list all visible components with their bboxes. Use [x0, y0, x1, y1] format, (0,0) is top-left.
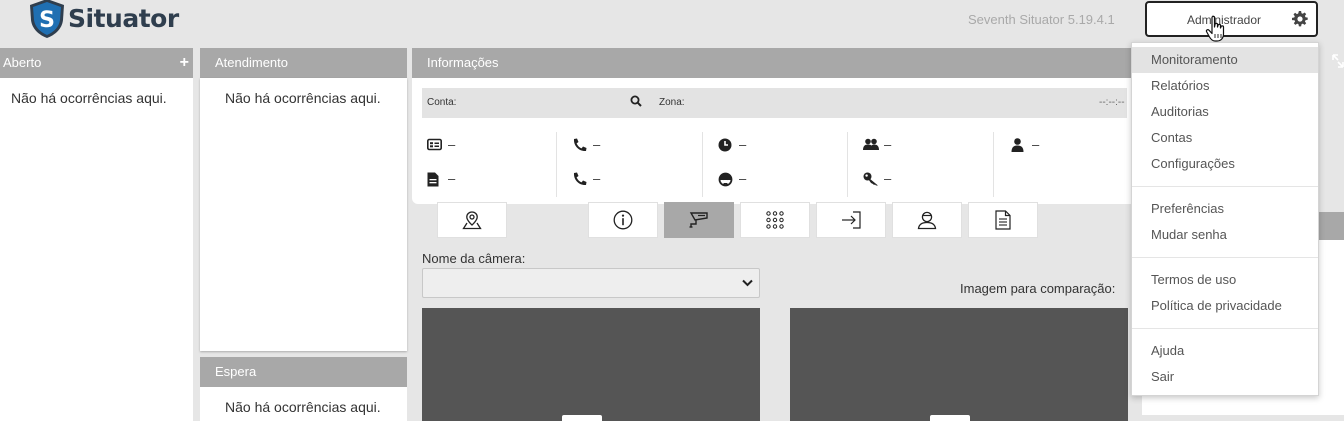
schedule-field: –: [718, 135, 838, 155]
panel-espera-header: Espera: [200, 357, 407, 387]
menu-item-relatorios[interactable]: Relatórios: [1132, 73, 1318, 99]
divider: [556, 132, 557, 197]
info-header: Informações: [412, 48, 1140, 78]
tab-notes[interactable]: [968, 202, 1038, 238]
user-icon: [1011, 138, 1024, 152]
camera-live-view: [422, 308, 760, 421]
camera-select[interactable]: [422, 268, 760, 298]
comparison-image-label: Imagem para comparação:: [960, 281, 1116, 296]
tab-info[interactable]: [588, 202, 658, 238]
hand-cursor-icon: [1205, 15, 1225, 42]
menu-item-preferencias[interactable]: Preferências: [1132, 196, 1318, 222]
account-id-field: –: [427, 135, 547, 155]
account-search-bar[interactable]: Conta: Zona: --:--:--: [422, 88, 1127, 118]
document-icon: [427, 172, 439, 187]
conta-label: Conta:: [427, 97, 457, 108]
info-icon: [613, 210, 633, 230]
tab-contacts[interactable]: [892, 202, 962, 238]
camera-comparison-view: [790, 308, 1128, 421]
menu-item-monitoramento[interactable]: Monitoramento: [1132, 47, 1318, 73]
contact-field: –: [1011, 135, 1131, 155]
clock-icon: [718, 138, 732, 152]
key-icon: [863, 172, 878, 186]
phone-2-field: –: [572, 169, 692, 189]
tab-cameras[interactable]: [664, 202, 734, 238]
panel-atendimento-empty: Não há ocorrências aqui.: [225, 90, 381, 106]
menu-item-mudar-senha[interactable]: Mudar senha: [1132, 222, 1318, 248]
zona-label: Zona:: [659, 97, 685, 108]
document-value: –: [448, 171, 456, 186]
id-card-icon: [427, 138, 442, 151]
info-title: Informações: [427, 55, 499, 70]
gear-icon: [1292, 11, 1308, 27]
menu-item-ajuda[interactable]: Ajuda: [1132, 338, 1318, 364]
users-icon: [863, 138, 879, 150]
user-dropdown-menu: Monitoramento Relatórios Auditorias Cont…: [1131, 42, 1319, 396]
key-field: –: [863, 169, 983, 189]
phone-1-value: –: [593, 137, 601, 152]
tab-map[interactable]: [437, 202, 507, 238]
operator-field: –: [718, 169, 838, 189]
grid-dots-icon: [766, 211, 784, 229]
menu-item-sair[interactable]: Sair: [1132, 364, 1318, 390]
divider: [847, 132, 848, 197]
time-readout: --:--:--: [1099, 97, 1125, 108]
phone-icon: [573, 172, 587, 186]
sign-in-icon: [842, 211, 861, 229]
add-occurrence-button[interactable]: +: [180, 48, 189, 78]
camera-control-tab[interactable]: [562, 415, 602, 421]
panel-aberto-empty: Não há ocorrências aqui.: [11, 90, 167, 106]
expand-icon[interactable]: [1332, 54, 1344, 72]
panel-espera-empty: Não há ocorrências aqui.: [225, 399, 381, 415]
account-id-value: –: [448, 137, 456, 152]
tab-zones[interactable]: [740, 202, 810, 238]
operator-value: –: [739, 171, 747, 186]
tab-procedures[interactable]: [816, 202, 886, 238]
panel-aberto-title: Aberto: [3, 55, 42, 70]
top-bar: [0, 0, 1344, 48]
person-icon: [917, 211, 937, 230]
key-value: –: [884, 171, 892, 186]
menu-divider: [1132, 328, 1318, 329]
group-value: –: [884, 137, 892, 152]
situator-logo-icon: S: [30, 0, 64, 38]
menu-item-auditorias[interactable]: Auditorias: [1132, 99, 1318, 125]
group-field: –: [863, 135, 983, 155]
chevron-down-icon: [742, 279, 753, 287]
phone-icon: [573, 138, 587, 152]
schedule-value: –: [739, 137, 747, 152]
panel-aberto-header: Aberto +: [0, 48, 193, 78]
document-lines-icon: [995, 210, 1011, 230]
logo-letter: S: [39, 8, 55, 33]
security-camera-icon: [689, 212, 708, 228]
phone-2-value: –: [593, 171, 601, 186]
divider: [702, 132, 703, 197]
camera-name-label: Nome da câmera:: [422, 251, 526, 266]
menu-item-contas[interactable]: Contas: [1132, 125, 1318, 151]
search-icon[interactable]: [630, 95, 642, 107]
panel-aberto-body: Não há ocorrências aqui.: [0, 78, 193, 421]
menu-item-politica-de-privacidade[interactable]: Política de privacidade: [1132, 293, 1318, 319]
operator-icon: [718, 172, 733, 187]
divider: [993, 132, 994, 197]
map-pin-icon: [462, 211, 482, 230]
menu-item-configuracoes[interactable]: Configurações: [1132, 151, 1318, 177]
menu-item-termos-de-uso[interactable]: Termos de uso: [1132, 267, 1318, 293]
info-body: Conta: Zona: --:--:-- – – – – – – – – –: [412, 78, 1140, 204]
version-label: Seventh Situator 5.19.4.1: [968, 12, 1115, 27]
panel-espera-body: Não há ocorrências aqui.: [200, 387, 407, 421]
user-menu-button[interactable]: Administrador: [1145, 1, 1318, 37]
panel-atendimento-title: Atendimento: [215, 55, 288, 70]
panel-atendimento-header: Atendimento: [200, 48, 407, 78]
panel-espera-title: Espera: [215, 364, 257, 379]
camera-control-tab[interactable]: [930, 415, 970, 421]
panel-atendimento-body: Não há ocorrências aqui.: [200, 78, 407, 351]
menu-divider: [1132, 186, 1318, 187]
document-field: –: [427, 169, 547, 189]
contact-value: –: [1032, 137, 1040, 152]
logo-text: Situator: [68, 4, 179, 33]
phone-1-field: –: [572, 135, 692, 155]
menu-divider: [1132, 257, 1318, 258]
